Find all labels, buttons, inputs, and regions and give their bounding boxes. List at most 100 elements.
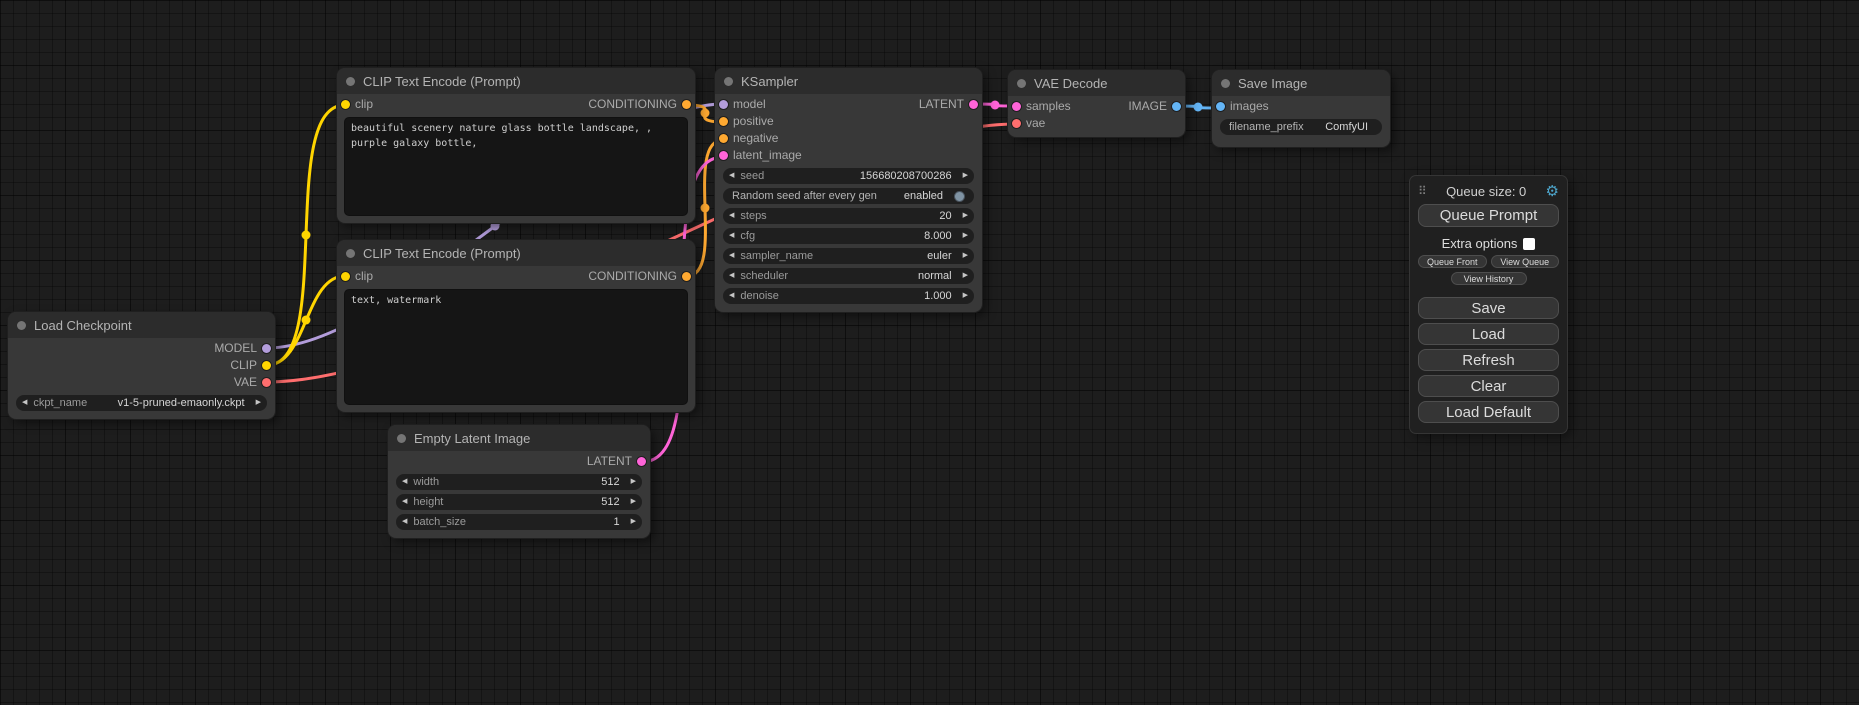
input-slot-samples[interactable] [1012,102,1021,111]
widget-seed[interactable]: ◀ seed 156680208700286 ▶ [723,168,974,184]
input-slot-images[interactable] [1216,102,1225,111]
input-label-samples: samples [1026,99,1071,114]
save-button[interactable]: Save [1418,297,1559,319]
node-vae-decode[interactable]: VAE Decode samples IMAGE vae [1008,70,1185,137]
input-slot-positive[interactable] [719,117,728,126]
widget-label: sampler_name [740,250,813,262]
right-arrow-icon[interactable]: ▶ [625,514,642,530]
node-clip-text-encode-positive[interactable]: CLIP Text Encode (Prompt) clip CONDITION… [337,68,695,223]
output-slot-conditioning[interactable] [682,272,691,281]
extra-options-checkbox[interactable] [1523,238,1535,250]
right-arrow-icon[interactable]: ▶ [625,494,642,510]
node-ksampler[interactable]: KSampler model LATENT positive negative … [715,68,982,312]
input-slot-model[interactable] [719,100,728,109]
positive-prompt-text-input[interactable]: beautiful scenery nature glass bottle la… [344,117,688,216]
right-arrow-icon[interactable]: ▶ [957,248,974,264]
input-slot-clip[interactable] [341,100,350,109]
right-arrow-icon[interactable]: ▶ [957,288,974,304]
widget-ckpt-name[interactable]: ◀ ckpt_name v1-5-pruned-emaonly.ckpt ▶ [16,395,267,411]
left-arrow-icon[interactable]: ◀ [16,395,33,411]
right-arrow-icon[interactable]: ▶ [957,168,974,184]
collapse-dot-icon[interactable] [17,321,26,330]
left-arrow-icon[interactable]: ◀ [396,474,413,490]
widget-denoise[interactable]: ◀ denoise 1.000 ▶ [723,288,974,304]
widget-height[interactable]: ◀ height 512 ▶ [396,494,642,510]
right-arrow-icon[interactable]: ▶ [957,208,974,224]
widget-value: 20 [939,210,956,222]
output-label-latent: LATENT [919,97,964,112]
collapse-dot-icon[interactable] [724,77,733,86]
input-label-clip: clip [355,97,373,112]
view-history-button[interactable]: View History [1451,272,1527,285]
widget-value: normal [918,270,957,282]
drag-handle-icon[interactable]: ⠿ [1418,184,1427,198]
widget-value: 1 [613,516,624,528]
left-arrow-icon[interactable]: ◀ [723,228,740,244]
left-arrow-icon[interactable]: ◀ [396,514,413,530]
left-arrow-icon[interactable]: ◀ [396,494,413,510]
node-title-bar[interactable]: VAE Decode [1008,70,1185,96]
input-label-clip: clip [355,269,373,284]
widget-cfg[interactable]: ◀ cfg 8.000 ▶ [723,228,974,244]
load-default-button[interactable]: Load Default [1418,401,1559,423]
output-slot-model[interactable] [262,344,271,353]
graph-canvas[interactable]: Load Checkpoint MODEL CLIP VAE ◀ ckpt_na… [0,0,1859,705]
widget-batch-size[interactable]: ◀ batch_size 1 ▶ [396,514,642,530]
widget-sampler-name[interactable]: ◀ sampler_name euler ▶ [723,248,974,264]
node-save-image[interactable]: Save Image images filename_prefix ComfyU… [1212,70,1390,147]
clear-button[interactable]: Clear [1418,375,1559,397]
widget-label: height [413,496,443,508]
node-clip-text-encode-negative[interactable]: CLIP Text Encode (Prompt) clip CONDITION… [337,240,695,412]
left-arrow-icon[interactable]: ◀ [723,208,740,224]
widget-value: 1.000 [924,290,957,302]
node-title-bar[interactable]: KSampler [715,68,982,94]
collapse-dot-icon[interactable] [346,249,355,258]
view-queue-button[interactable]: View Queue [1491,255,1560,268]
collapse-dot-icon[interactable] [346,77,355,86]
output-slot-conditioning[interactable] [682,100,691,109]
node-empty-latent-image[interactable]: Empty Latent Image LATENT ◀ width 512 ▶ … [388,425,650,538]
output-slot-image[interactable] [1172,102,1181,111]
collapse-dot-icon[interactable] [1017,79,1026,88]
input-slot-vae[interactable] [1012,119,1021,128]
node-title: Empty Latent Image [414,431,530,446]
load-button[interactable]: Load [1418,323,1559,345]
input-slot-latent-image[interactable] [719,151,728,160]
queue-front-button[interactable]: Queue Front [1418,255,1487,268]
right-arrow-icon[interactable]: ▶ [957,228,974,244]
input-slot-clip[interactable] [341,272,350,281]
left-arrow-icon[interactable]: ◀ [723,288,740,304]
node-title-bar[interactable]: Load Checkpoint [8,312,275,338]
node-title-bar[interactable]: Empty Latent Image [388,425,650,451]
input-label-model: model [733,97,766,112]
negative-prompt-text-input[interactable]: text, watermark [344,289,688,405]
refresh-button[interactable]: Refresh [1418,349,1559,371]
left-arrow-icon[interactable]: ◀ [723,168,740,184]
right-arrow-icon[interactable]: ▶ [957,268,974,284]
input-slot-negative[interactable] [719,134,728,143]
node-title-bar[interactable]: Save Image [1212,70,1390,96]
collapse-dot-icon[interactable] [1221,79,1230,88]
collapse-dot-icon[interactable] [397,434,406,443]
left-arrow-icon[interactable]: ◀ [723,268,740,284]
output-slot-vae[interactable] [262,378,271,387]
right-arrow-icon[interactable]: ▶ [625,474,642,490]
widget-width[interactable]: ◀ width 512 ▶ [396,474,642,490]
widget-filename-prefix[interactable]: filename_prefix ComfyUI [1220,119,1382,135]
widget-scheduler[interactable]: ◀ scheduler normal ▶ [723,268,974,284]
output-slot-clip[interactable] [262,361,271,370]
queue-panel: ⠿ Queue size: 0 ⚙ Queue Prompt Extra opt… [1410,176,1567,433]
queue-prompt-button[interactable]: Queue Prompt [1418,204,1559,227]
settings-gear-icon[interactable]: ⚙ [1546,182,1559,200]
node-title-bar[interactable]: CLIP Text Encode (Prompt) [337,68,695,94]
left-arrow-icon[interactable]: ◀ [723,248,740,264]
node-load-checkpoint[interactable]: Load Checkpoint MODEL CLIP VAE ◀ ckpt_na… [8,312,275,419]
widget-random-seed-toggle[interactable]: Random seed after every gen enabled [723,188,974,204]
randomize-knob-icon[interactable] [954,191,965,202]
output-slot-latent[interactable] [637,457,646,466]
widget-steps[interactable]: ◀ steps 20 ▶ [723,208,974,224]
node-title-bar[interactable]: CLIP Text Encode (Prompt) [337,240,695,266]
widget-label: filename_prefix [1229,121,1304,133]
right-arrow-icon[interactable]: ▶ [250,395,267,411]
output-slot-latent[interactable] [969,100,978,109]
